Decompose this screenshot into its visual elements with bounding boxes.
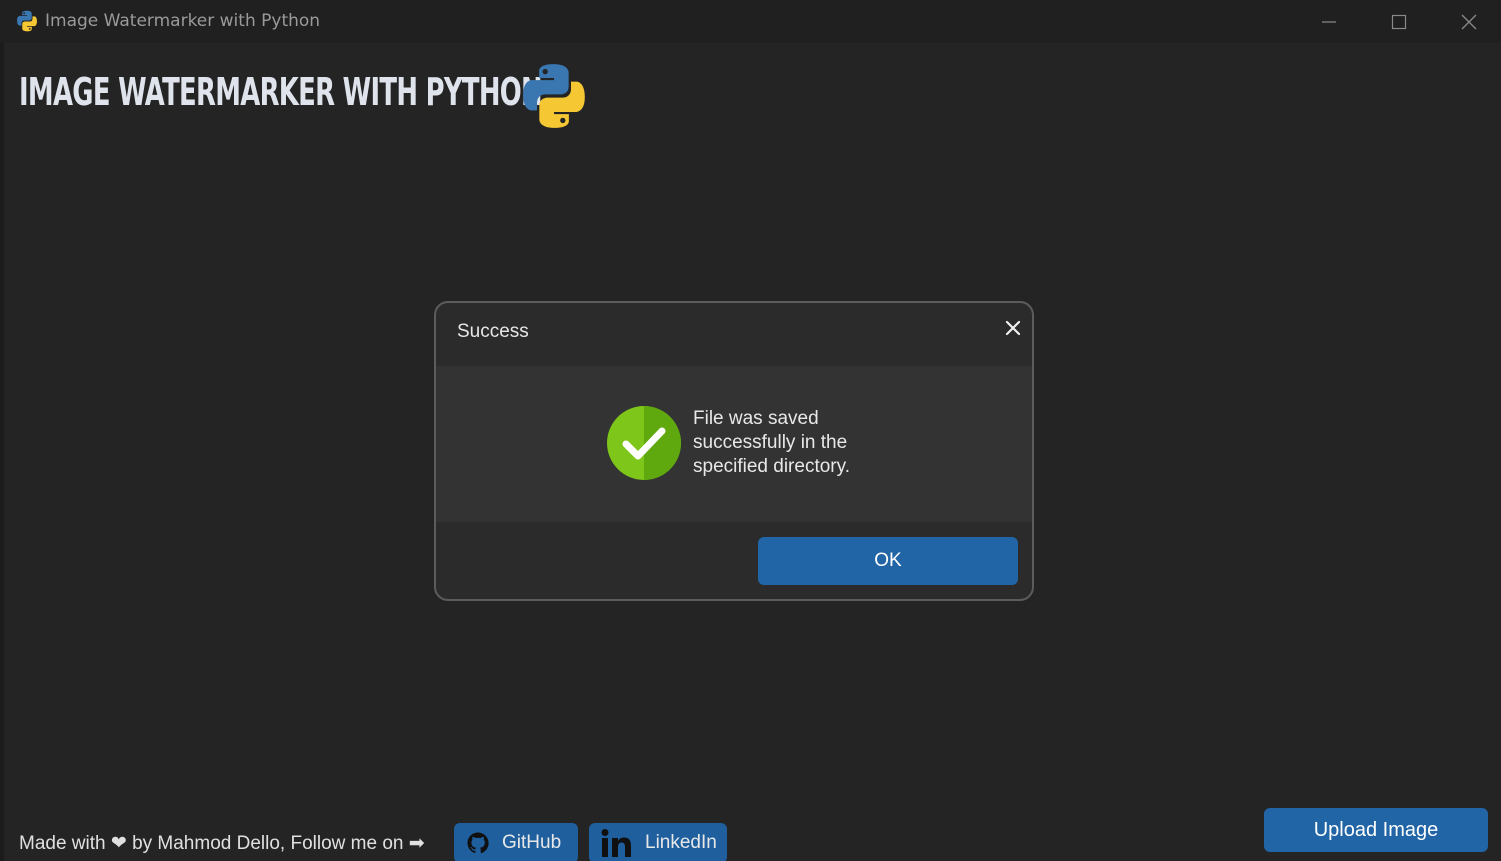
window-title: Image Watermarker with Python xyxy=(45,11,321,31)
maximize-button[interactable] xyxy=(1364,0,1434,43)
python-logo-icon xyxy=(16,10,38,32)
github-icon xyxy=(466,831,490,855)
minimize-icon xyxy=(1322,20,1336,23)
credit-text: Made with ❤ by Mahmod Dello, Follow me o… xyxy=(19,833,425,854)
dialog-title: Success xyxy=(457,321,529,342)
success-dialog: Success File was saved successfully in t… xyxy=(434,301,1034,601)
maximize-icon xyxy=(1391,14,1407,29)
dialog-close-button[interactable] xyxy=(1002,317,1024,339)
python-logo-icon xyxy=(520,62,588,130)
window-titlebar: Image Watermarker with Python xyxy=(0,0,1501,43)
linkedin-icon xyxy=(601,829,633,857)
close-icon xyxy=(1461,14,1477,29)
dialog-footer: OK xyxy=(436,522,1032,599)
page-title: IMAGE WATERMARKER WITH PYTHON xyxy=(19,70,543,114)
linkedin-button[interactable]: LinkedIn xyxy=(589,823,727,861)
window-close-button[interactable] xyxy=(1434,0,1501,43)
window-left-border xyxy=(0,43,4,861)
dialog-message: File was saved successfully in the speci… xyxy=(693,408,850,477)
success-check-icon xyxy=(606,405,682,481)
close-icon xyxy=(1005,320,1021,336)
upload-image-button[interactable]: Upload Image xyxy=(1264,808,1488,852)
github-button[interactable]: GitHub xyxy=(454,823,578,861)
dialog-header: Success xyxy=(436,303,1032,366)
dialog-body: File was saved successfully in the speci… xyxy=(436,366,1032,522)
ok-button[interactable]: OK xyxy=(758,537,1018,585)
github-label: GitHub xyxy=(502,832,562,853)
linkedin-label: LinkedIn xyxy=(645,832,717,853)
minimize-button[interactable] xyxy=(1294,0,1364,43)
